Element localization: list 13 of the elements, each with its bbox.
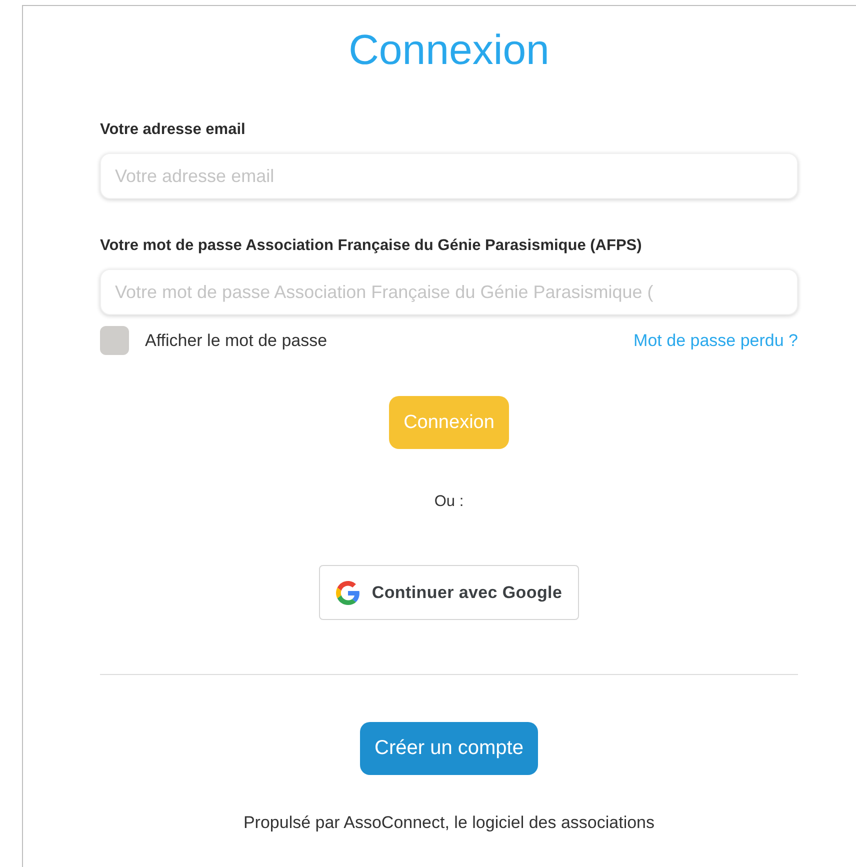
field-label: Votre adresse email (100, 121, 246, 139)
footer-text: Propulsé par AssoConnect, le logiciel des associations (242, 813, 656, 833)
google-button[interactable]: Continuer avec Google (318, 565, 580, 620)
input-field[interactable]: Votre adresse email (100, 153, 798, 199)
input-field[interactable]: Votre mot de passe Association Française du Génie Parasismique ( (100, 269, 798, 315)
page-title: Connexion (348, 25, 550, 75)
forgot-password-link[interactable]: Mot de passe perdu ? (634, 330, 798, 350)
show-password-checkbox[interactable] (100, 326, 129, 355)
google-logo-icon (336, 580, 360, 604)
create-account-button[interactable]: Créer un compte (360, 722, 538, 775)
checkbox-label: Afficher le mot de passe (145, 330, 328, 350)
separator-text: Ou : (433, 493, 465, 511)
field-label: Votre mot de passe Association Française du Génie Parasismique (AFPS) (100, 237, 643, 255)
